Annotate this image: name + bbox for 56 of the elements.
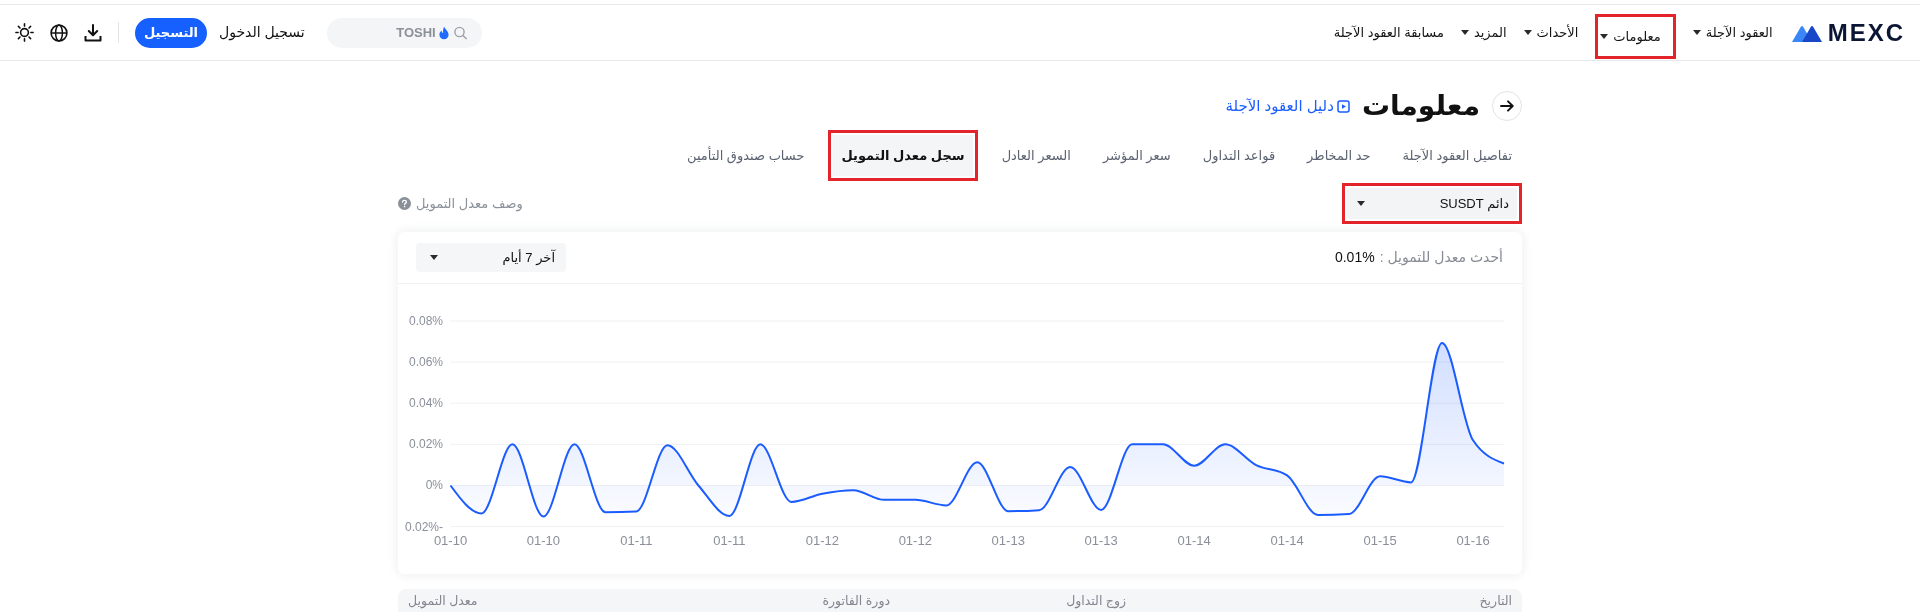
nav-link[interactable]: الأحداث (1523, 22, 1579, 43)
nav-link[interactable]: مسابقة العقود الآجلة (1333, 22, 1444, 43)
axis-label: 0% (425, 478, 443, 493)
arrow-right-icon (1500, 100, 1514, 112)
login-link[interactable]: تسجيل الدخول (219, 22, 305, 43)
latest-rate-value: 0.01% (1334, 248, 1375, 267)
help-icon (398, 197, 411, 210)
caret-icon (430, 255, 438, 260)
sun-icon[interactable] (15, 23, 34, 42)
tab[interactable]: قواعد التداول (1194, 135, 1284, 176)
caret-icon (1357, 201, 1365, 206)
search-field[interactable]: TOSHI (326, 17, 482, 48)
axis-label: 01-12 (805, 533, 839, 548)
back-button[interactable] (1492, 91, 1522, 121)
mountains-logo-icon (1791, 23, 1822, 42)
column-header: معدل التمويل (407, 593, 479, 611)
period-select[interactable]: آخر 7 أيام (416, 243, 566, 272)
tab[interactable]: تفاصيل العقود الآجلة (1394, 135, 1520, 176)
axis-label: 01-12 (898, 533, 932, 548)
search-icon (453, 26, 467, 39)
axis-label: 0.04% (408, 396, 443, 411)
axis-label: 0.02% (408, 437, 443, 452)
tab[interactable]: سجل معدل التمويل (833, 135, 973, 176)
download-icon[interactable] (84, 23, 102, 42)
latest-rate-label: أحدث معدل للتمويل : (1379, 247, 1503, 268)
column-header: زوج التداول (1065, 593, 1127, 611)
register-button[interactable]: التسجيل (135, 17, 207, 48)
axis-label: 01-13 (1084, 533, 1118, 548)
tab[interactable]: سعر المؤشر (1094, 135, 1179, 176)
axis-label: 01-11 (620, 533, 653, 548)
axis-label: 01-10 (526, 533, 561, 548)
guide-link[interactable]: دليل العقود الآجلة (1225, 94, 1350, 118)
flame-icon (438, 26, 449, 39)
axis-label: 01-10 (433, 533, 468, 548)
nav-link[interactable]: المزيد (1460, 22, 1507, 43)
column-header: دورة الفاتورة (821, 593, 891, 611)
axis-label: 01-15 (1363, 533, 1397, 548)
axis-label: 01-13 (991, 533, 1025, 548)
tab[interactable]: حساب صندوق التأمين (679, 135, 813, 176)
tab[interactable]: حد المخاطر (1299, 135, 1379, 176)
axis-label: 0.08% (408, 314, 443, 328)
axis-label: 01-14 (1177, 533, 1211, 548)
nav-link[interactable]: معلومات (1600, 26, 1661, 47)
tab[interactable]: السعر العادل (993, 135, 1079, 176)
axis-label: 01-11 (713, 533, 746, 548)
axis-label: -0.02% (404, 519, 443, 534)
brand-name: MEXC (1827, 20, 1905, 45)
document-icon (1336, 99, 1350, 113)
contract-select[interactable]: دائم SUSDT (1347, 188, 1517, 219)
axis-label: 0.06% (408, 355, 443, 370)
axis-label: 01-16 (1456, 533, 1490, 548)
globe-icon[interactable] (50, 23, 68, 42)
nav-link[interactable]: العقود الآجلة (1692, 22, 1773, 43)
column-header: التاريخ (1478, 593, 1513, 610)
page-title: معلومات (1361, 89, 1480, 123)
axis-label: 01-14 (1270, 533, 1304, 548)
